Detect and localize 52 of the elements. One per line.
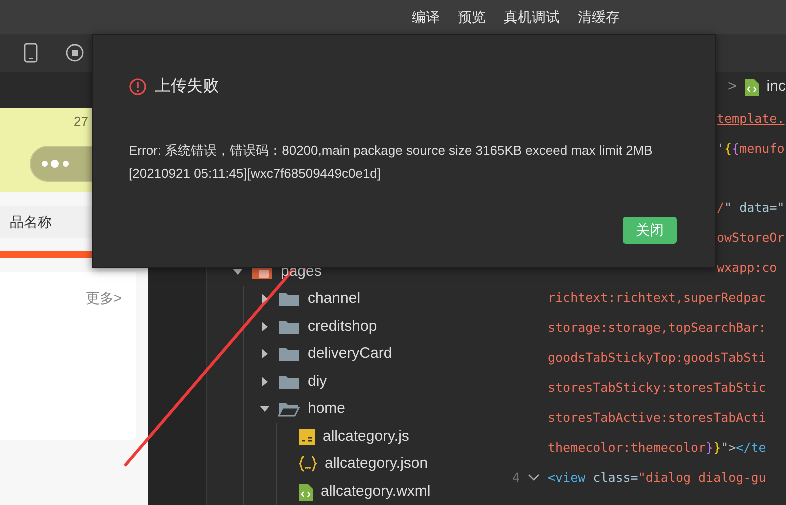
caret-right-icon[interactable] [260, 294, 270, 304]
breadcrumb-separator: > [728, 76, 737, 97]
folder-name[interactable]: creditshop [308, 316, 378, 338]
code-line: '{{menufo [717, 140, 785, 158]
error-message: Error: 系统错误，错误码：80200,main package source size 3165KB exceed max limit 2MB [129, 142, 654, 160]
more-link[interactable]: 更多> [86, 288, 122, 309]
error-message: [20210921 05:11:45][wxc7f68509449c0e1d] [129, 165, 382, 183]
caret-down-icon[interactable] [233, 266, 243, 277]
toolbar-action[interactable]: 编译 [412, 6, 440, 28]
code-line: goodsTabStickyTop:goodsTabSti [548, 348, 766, 367]
code-line: storesTabSticky:storesTabStic [548, 378, 766, 397]
code-line: wxapp:co [717, 258, 778, 277]
file-name[interactable]: allcategory.js [323, 426, 410, 448]
code-line: /" data=" [717, 198, 785, 217]
stop-icon[interactable] [66, 44, 84, 62]
chevron-down-icon[interactable] [528, 474, 540, 482]
status-time: 27 [74, 113, 88, 131]
js-file-icon [299, 428, 315, 445]
code-line: template. [717, 110, 785, 128]
toolbar-action[interactable]: 预览 [458, 6, 486, 28]
breadcrumb-file[interactable]: inc [766, 76, 786, 98]
file-name[interactable]: allcategory.json [325, 453, 428, 476]
code-line: themecolor:themecolor}}"></te [548, 438, 766, 457]
folder-icon [278, 291, 300, 308]
folder-icon [278, 318, 300, 335]
folder-name[interactable]: home [308, 398, 346, 420]
code-line: richtext:richtext,superRedpac [548, 288, 766, 307]
folder-icon [278, 374, 300, 390]
code-file-icon [299, 482, 313, 501]
caret-right-icon[interactable] [260, 322, 270, 332]
dialog-title: 上传失败 [155, 76, 219, 97]
folder-name[interactable]: deliveryCard [308, 343, 392, 366]
code-line: <view class="dialog dialog-gu [548, 468, 766, 487]
braces-icon [299, 456, 317, 472]
error-icon [129, 78, 147, 96]
toolbar-action[interactable]: 真机调试 [504, 6, 560, 28]
code-file-icon [744, 78, 759, 96]
folder-name[interactable]: channel [308, 288, 361, 310]
folder-name[interactable]: diy [308, 370, 328, 393]
code-line: storage:storage,topSearchBar: [548, 318, 766, 337]
code-line: storesTabActive:storesTabActi [548, 408, 766, 427]
folder-icon [278, 346, 300, 362]
file-name[interactable]: allcategory.wxml [321, 480, 431, 503]
toolbar-action[interactable]: 清缓存 [578, 6, 620, 28]
caret-right-icon[interactable] [260, 349, 270, 360]
open-folder-icon [278, 401, 300, 418]
line-number: 4 [512, 468, 520, 487]
caret-down-icon[interactable] [260, 404, 270, 414]
code-line: owStoreOr [717, 228, 785, 247]
phone-icon[interactable] [24, 43, 38, 63]
dots-icon [41, 158, 71, 168]
caret-right-icon[interactable] [260, 376, 270, 387]
